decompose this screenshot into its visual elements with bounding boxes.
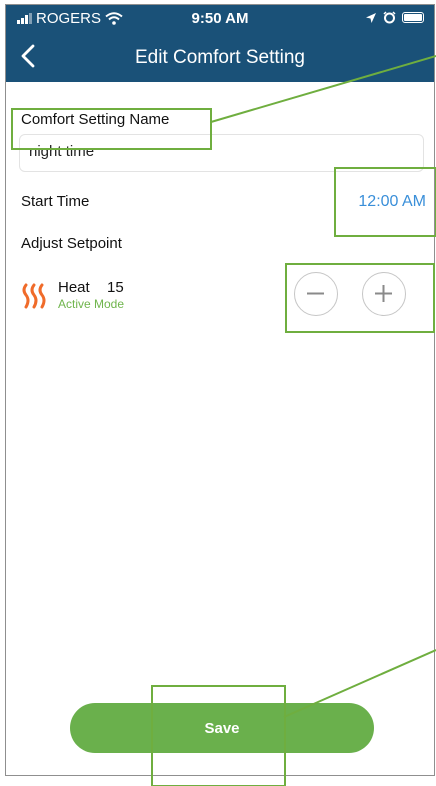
- alarm-icon: [383, 11, 396, 24]
- save-button[interactable]: Save: [70, 703, 374, 753]
- location-arrow-icon: [366, 12, 376, 23]
- comfort-setting-name-label: Comfort Setting Name: [21, 111, 170, 128]
- adjust-setpoint-label: Adjust Setpoint: [21, 235, 122, 252]
- phone-screen: ROGERS 9:50 AM Edit Comfort Setting Comf…: [5, 4, 435, 776]
- status-bar: ROGERS 9:50 AM: [6, 5, 434, 31]
- page-title: Edit Comfort Setting: [134, 47, 306, 68]
- decrease-setpoint-button[interactable]: [294, 272, 338, 316]
- active-mode-label: Active Mode: [58, 297, 125, 311]
- plus-icon: [375, 285, 392, 302]
- increase-setpoint-button[interactable]: [362, 272, 406, 316]
- screenshot-page: ROGERS 9:50 AM Edit Comfort Setting Comf…: [0, 0, 436, 786]
- heat-waves-icon: [22, 283, 46, 309]
- minus-icon: [307, 292, 324, 295]
- setpoint-value: 15: [107, 279, 124, 296]
- battery-icon: [402, 12, 424, 23]
- mode-name: Heat: [58, 279, 90, 296]
- comfort-setting-name-input[interactable]: night time: [19, 134, 424, 172]
- start-time-picker[interactable]: 12:00 AM: [358, 193, 426, 211]
- start-time-label: Start Time: [21, 193, 90, 210]
- status-right: [365, 11, 424, 24]
- navigation-bar: Edit Comfort Setting: [6, 31, 434, 82]
